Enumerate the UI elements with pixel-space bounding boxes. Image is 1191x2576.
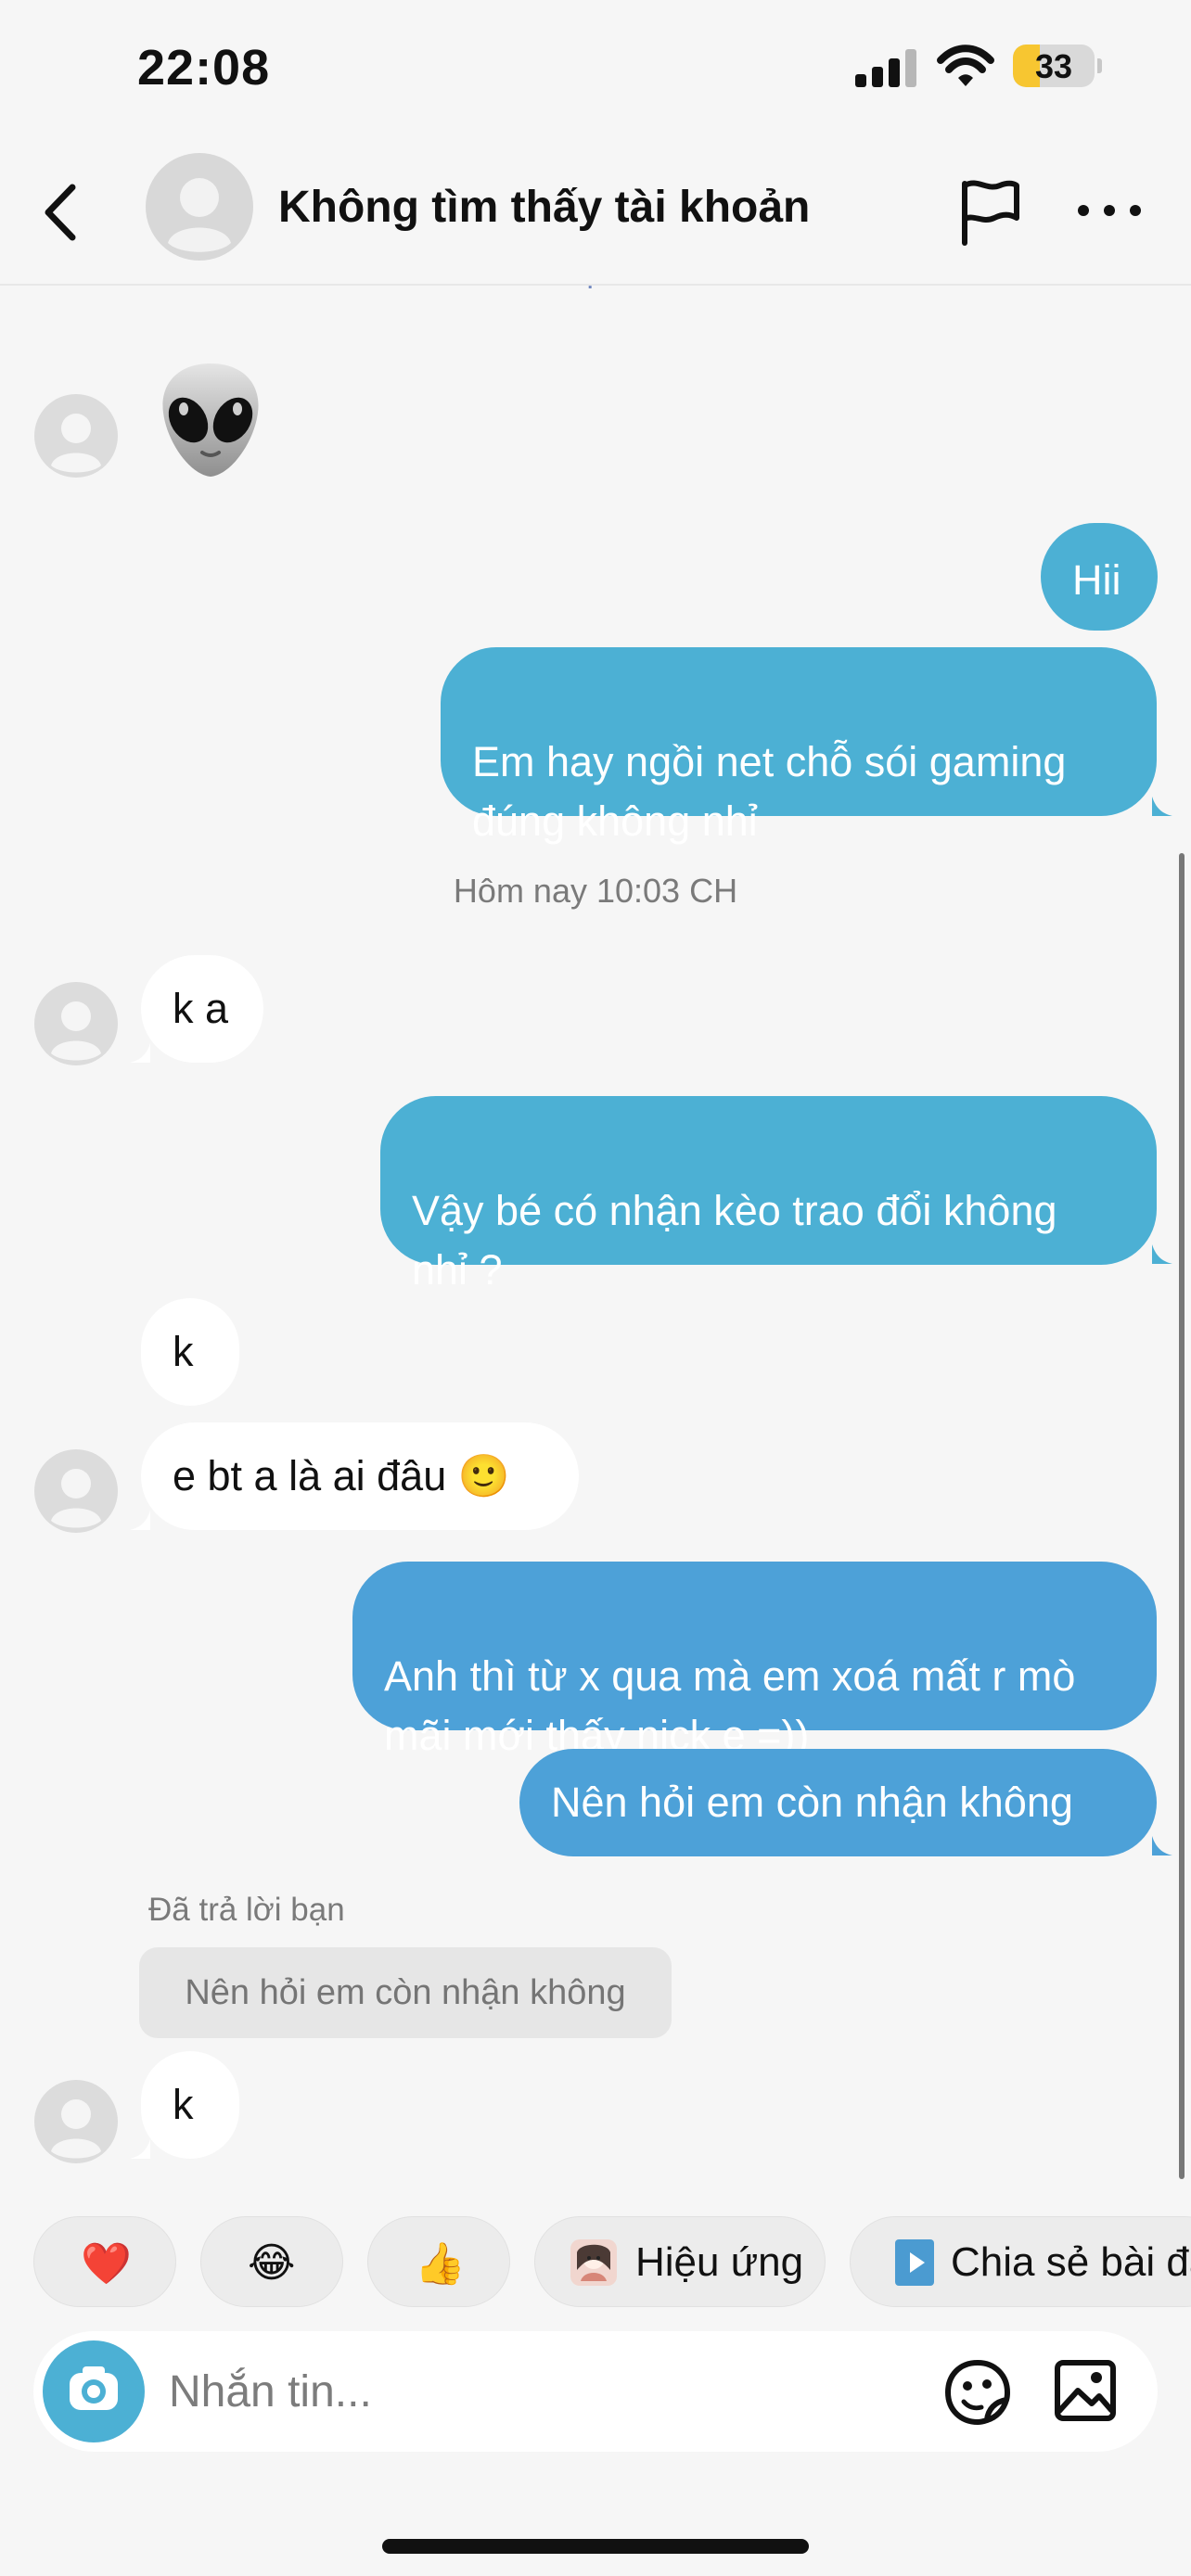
camera-button[interactable] <box>43 2340 145 2442</box>
quick-reaction-row: ❤️ 😂 👍 Hiệu ứng Chia sẻ bài đă <box>0 2216 1191 2311</box>
incoming-bubble-tail <box>130 2139 150 2159</box>
alien-icon <box>162 363 259 477</box>
share-post-button-label: Chia sẻ bài đă <box>951 2239 1191 2285</box>
flag-icon[interactable] <box>957 174 1022 247</box>
battery-level-text: 33 <box>1034 47 1073 85</box>
message-composer <box>33 2331 1158 2452</box>
wifi-icon <box>937 45 994 86</box>
status-bar: 22:08 33 <box>0 0 1191 139</box>
header-avatar-icon[interactable] <box>145 152 254 261</box>
contact-avatar-icon[interactable] <box>33 981 119 1066</box>
message-text: Nên hỏi em còn nhận không <box>551 1779 1073 1826</box>
image-icon[interactable] <box>1052 2357 1119 2424</box>
quick-reaction-thumbs-up[interactable]: 👍 <box>367 2216 510 2307</box>
conversation-title[interactable]: Không tìm thấy tài khoản <box>278 182 810 233</box>
message-text: e bt a là ai đâu 🙂 <box>173 1452 510 1499</box>
effects-button-label: Hiệu ứng <box>635 2239 804 2285</box>
date-timestamp: Hôm nay 10:03 CH <box>453 872 738 910</box>
message-bubble-outgoing[interactable]: Anh thì từ x qua mà em xoá mất r mò mãi … <box>352 1562 1157 1759</box>
share-post-button[interactable]: Chia sẻ bài đă <box>850 2216 1191 2307</box>
contact-avatar-icon[interactable] <box>33 1448 119 1534</box>
play-icon <box>895 2239 934 2286</box>
laughing-emoji: 😂 <box>248 2240 296 2286</box>
sticker-icon[interactable] <box>942 2357 1013 2428</box>
scrollbar[interactable] <box>1179 853 1185 2179</box>
avatar-effect-icon <box>570 2239 617 2286</box>
quick-reaction-laugh[interactable]: 😂 <box>200 2216 343 2307</box>
reply-quote[interactable]: Nên hỏi em còn nhận không <box>139 1947 672 2038</box>
message-text: k a <box>173 985 229 1032</box>
message-bubble-outgoing[interactable]: Nên hỏi em còn nhận không <box>519 1749 1157 1856</box>
message-text: Vậy bé có nhận kèo trao đổi không nhỉ ? <box>412 1187 1057 1294</box>
quick-reaction-heart[interactable]: ❤️ <box>33 2216 176 2307</box>
outgoing-bubble-tail <box>1152 797 1172 816</box>
incoming-bubble-tail <box>130 1511 150 1530</box>
message-bubble-incoming[interactable]: k <box>141 1298 239 1406</box>
outgoing-bubble-tail <box>1152 1836 1172 1855</box>
more-horizontal-icon[interactable] <box>1076 187 1143 234</box>
battery-indicator: 33 <box>1013 45 1095 87</box>
message-text: k <box>173 1328 194 1375</box>
message-text: Anh thì từ x qua mà em xoá mất r mò mãi … <box>384 1652 1076 1759</box>
contact-avatar-icon[interactable] <box>33 2079 119 2164</box>
back-button[interactable] <box>35 180 87 245</box>
message-bubble-outgoing[interactable]: Vậy bé có nhận kèo trao đổi không nhỉ ? <box>380 1096 1157 1294</box>
battery-tip <box>1097 58 1102 73</box>
contact-avatar-icon[interactable] <box>33 393 119 478</box>
thumbs-up-emoji: 👍 <box>415 2241 466 2287</box>
outgoing-bubble-tail <box>1152 1244 1172 1264</box>
status-time: 22:08 <box>137 40 271 96</box>
camera-icon <box>70 2366 118 2410</box>
message-input[interactable] <box>169 2355 837 2428</box>
message-text: Hii <box>1072 556 1121 604</box>
reply-note: Đã trả lời bạn <box>148 1892 345 1928</box>
message-bubble-incoming[interactable]: k <box>141 2051 239 2159</box>
cellular-signal-icon <box>855 49 916 87</box>
message-bubble-incoming[interactable]: k a <box>141 955 263 1063</box>
message-bubble-incoming[interactable]: e bt a là ai đâu 🙂 <box>141 1422 579 1530</box>
heart-emoji: ❤️ <box>81 2241 132 2287</box>
message-bubble-outgoing[interactable]: Em hay ngồi net chỗ sói gaming đúng khôn… <box>441 647 1157 845</box>
home-indicator[interactable] <box>382 2539 809 2554</box>
alien-emoji-message[interactable]: 👽 <box>148 358 273 482</box>
effects-button[interactable]: Hiệu ứng <box>534 2216 826 2307</box>
message-bubble-outgoing[interactable]: Hii <box>1041 523 1158 631</box>
message-text: Em hay ngồi net chỗ sói gaming đúng khôn… <box>472 738 1067 845</box>
message-text: k <box>173 2081 194 2128</box>
conversation-header: Không tìm thấy tài khoản <box>0 139 1191 286</box>
incoming-bubble-tail <box>130 1043 150 1063</box>
